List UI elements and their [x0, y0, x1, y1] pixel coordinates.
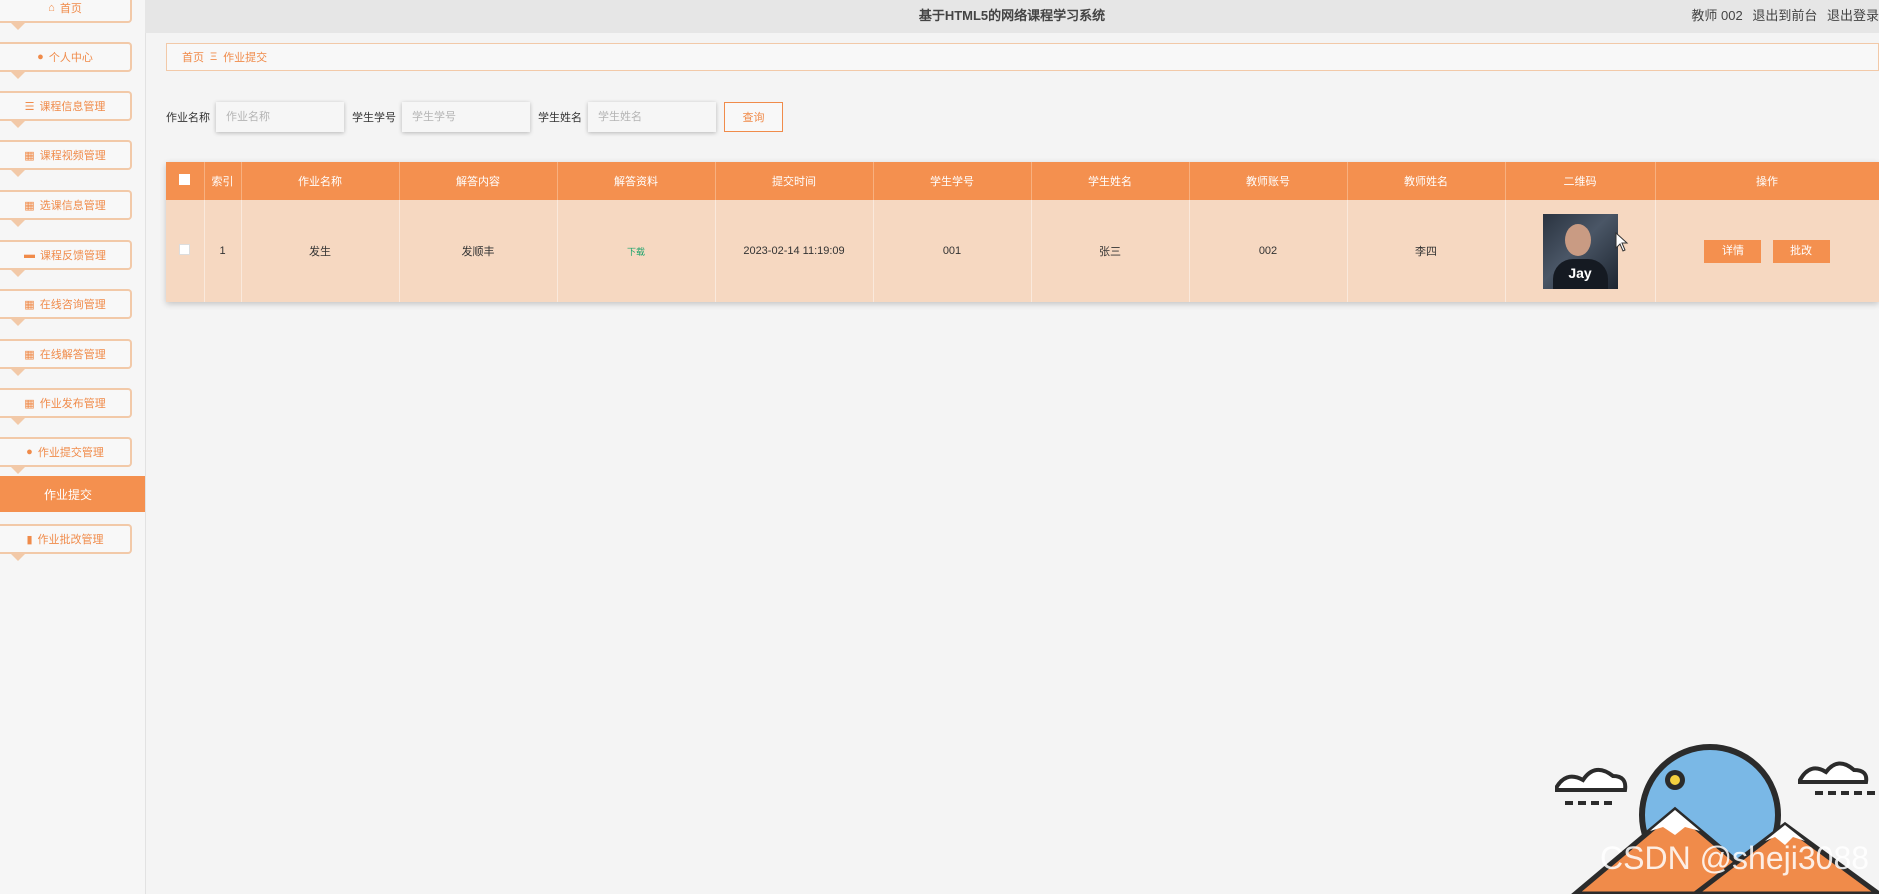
- home-icon: ⌂: [48, 2, 55, 14]
- sidebar-item-label: 个人中心: [48, 52, 93, 64]
- app-title: 基于HTML5的网络课程学习系统: [918, 8, 1106, 23]
- list-icon: ☰: [24, 100, 35, 113]
- location-icon: ●: [26, 446, 33, 458]
- col-header: 作业名称: [241, 162, 400, 200]
- sidebar-item-course-info[interactable]: ☰ 课程信息管理: [0, 91, 132, 128]
- cell-actions: 详情 批改: [1655, 200, 1879, 302]
- grid-icon: ▦: [24, 348, 35, 361]
- cell-index: 1: [204, 200, 242, 302]
- download-link[interactable]: 下载: [627, 247, 645, 257]
- logout-link[interactable]: 退出登录: [1827, 8, 1879, 23]
- student-name-label: 学生姓名: [538, 111, 582, 124]
- student-name-input[interactable]: [588, 101, 716, 132]
- sidebar-item-homework-grading[interactable]: ▮ 作业批改管理: [0, 524, 132, 561]
- breadcrumb-separator: Ξ: [210, 51, 218, 63]
- qrcode-image[interactable]: Jay: [1542, 213, 1618, 289]
- portrait-face: [1564, 223, 1591, 256]
- sidebar-item-homework-submit[interactable]: ● 作业提交管理: [0, 437, 132, 474]
- grade-button[interactable]: 批改: [1772, 239, 1830, 263]
- cell-homework-name: 发生: [241, 200, 400, 302]
- sidebar-item-consult[interactable]: ▦ 在线咨询管理: [0, 289, 132, 326]
- sidebar-item-answer[interactable]: ▦ 在线解答管理: [0, 339, 132, 376]
- grid-icon: ▦: [24, 298, 35, 311]
- cell-student-no: 001: [873, 200, 1032, 302]
- col-header: 解答资料: [557, 162, 716, 200]
- sidebar-item-label: 首页: [59, 3, 82, 15]
- user-name: 教师 002: [1691, 8, 1743, 23]
- sidebar-item-label: 课程反馈管理: [40, 250, 106, 262]
- sidebar-item-home[interactable]: ⌂ 首页: [0, 0, 132, 30]
- grid-icon: ▦: [24, 397, 35, 410]
- cell-answer-file: 下载: [557, 200, 716, 302]
- sidebar-subitem-homework-submit[interactable]: 作业提交: [0, 476, 145, 512]
- cell-submit-time: 2023-02-14 11:19:09: [715, 200, 874, 302]
- sidebar-item-label: 课程视频管理: [39, 150, 106, 162]
- col-header: 教师姓名: [1347, 162, 1506, 200]
- sidebar-item-homework-publish[interactable]: ▦ 作业发布管理: [0, 388, 132, 425]
- top-bar: 基于HTML5的网络课程学习系统 教师 002 退出到前台 退出登录: [145, 0, 1879, 33]
- user-area: 教师 002 退出到前台 退出登录: [1685, 5, 1879, 24]
- to-front-link[interactable]: 退出到前台: [1752, 8, 1817, 23]
- select-all-cell[interactable]: [166, 162, 205, 200]
- sidebar-item-profile[interactable]: ● 个人中心: [0, 42, 132, 79]
- col-header: 操作: [1655, 162, 1879, 200]
- user-icon: ●: [37, 51, 44, 63]
- col-header: 解答内容: [399, 162, 558, 200]
- sidebar-item-label: 作业发布管理: [39, 398, 106, 410]
- sidebar-item-feedback[interactable]: ▬ 课程反馈管理: [0, 240, 132, 277]
- mouse-cursor-icon: [1615, 232, 1629, 252]
- breadcrumb: 首页 Ξ 作业提交: [166, 43, 1879, 71]
- cell-teacher-no: 002: [1189, 200, 1348, 302]
- search-form: 作业名称 学生学号 学生姓名 查询: [166, 100, 783, 133]
- breadcrumb-home[interactable]: 首页: [182, 49, 204, 65]
- detail-button[interactable]: 详情: [1704, 239, 1762, 263]
- row-select-cell[interactable]: [166, 200, 205, 302]
- sidebar-item-label: 在线咨询管理: [39, 299, 106, 311]
- query-button[interactable]: 查询: [724, 101, 783, 132]
- sidebar-item-label: 作业提交管理: [37, 447, 104, 459]
- cell-student-name: 张三: [1031, 200, 1190, 302]
- sidebar-item-label: 选课信息管理: [39, 200, 106, 212]
- sidebar-item-label: 课程信息管理: [39, 101, 106, 113]
- student-no-input[interactable]: [402, 101, 530, 132]
- col-header: 提交时间: [715, 162, 874, 200]
- row-checkbox[interactable]: [179, 244, 191, 255]
- cell-answer-content: 发顺丰: [399, 200, 558, 302]
- col-header: 索引: [204, 162, 242, 200]
- sidebar-item-label: 在线解答管理: [39, 349, 106, 361]
- grid-icon: ▦: [24, 199, 35, 212]
- col-header: 教师账号: [1189, 162, 1348, 200]
- clipboard-icon: ▮: [26, 533, 33, 546]
- select-all-checkbox[interactable]: [179, 174, 191, 185]
- sidebar-item-label: 作业批改管理: [37, 534, 104, 546]
- table-header-row: 索引 作业名称 解答内容 解答资料 提交时间 学生学号 学生姓名 教师账号 教师…: [166, 162, 1879, 200]
- grid-icon: ▦: [24, 149, 35, 162]
- col-header: 学生学号: [873, 162, 1032, 200]
- cell-teacher-name: 李四: [1347, 200, 1506, 302]
- breadcrumb-current: 作业提交: [223, 52, 268, 64]
- sidebar-item-course-video[interactable]: ▦ 课程视频管理: [0, 140, 132, 177]
- homework-name-label: 作业名称: [166, 111, 210, 124]
- col-header: 二维码: [1505, 162, 1656, 200]
- cell-qrcode: Jay: [1505, 200, 1656, 302]
- comment-icon: ▬: [24, 249, 35, 261]
- col-header: 学生姓名: [1031, 162, 1190, 200]
- sidebar-subitem-label: 作业提交: [44, 487, 93, 502]
- homework-name-input[interactable]: [216, 101, 344, 132]
- qrcode-image-text: Jay: [1568, 264, 1592, 281]
- sidebar: ⌂ 首页 ● 个人中心 ☰ 课程信息管理 ▦ 课程视频管理 ▦ 选课信息管理 ▬…: [0, 0, 146, 894]
- sidebar-item-course-selection[interactable]: ▦ 选课信息管理: [0, 190, 132, 227]
- watermark-text: CSDN @sheji3088: [1600, 840, 1870, 876]
- student-no-label: 学生学号: [352, 111, 396, 124]
